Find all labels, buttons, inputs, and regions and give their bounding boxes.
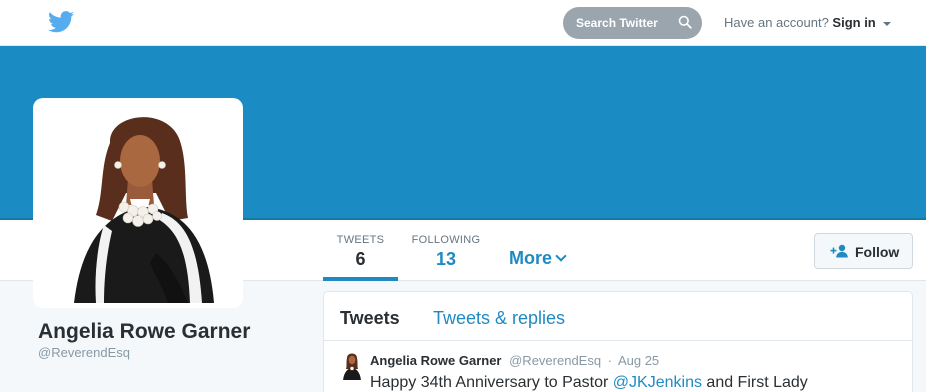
profile-handle: @ReverendEsq — [38, 345, 130, 360]
caret-down-icon[interactable] — [883, 21, 892, 26]
tab-tweets[interactable]: Tweets — [340, 308, 400, 329]
tweets-count: 6 — [355, 249, 366, 269]
profile-avatar-frame — [33, 98, 243, 308]
tweet-timestamp[interactable]: Aug 25 — [618, 353, 659, 368]
search-placeholder: Search Twitter — [576, 16, 658, 30]
more-label: More — [509, 248, 553, 268]
timeline: Tweets Tweets & replies Angelia Rowe Gar… — [323, 291, 913, 392]
profile-name: Angelia Rowe Garner — [38, 320, 251, 343]
tab-tweets-and-replies[interactable]: Tweets & replies — [433, 308, 565, 329]
more-menu[interactable]: More — [509, 248, 567, 270]
tweet-text-end: and First Lady — [701, 374, 808, 391]
tweet-mention-link[interactable]: @JKJenkins — [613, 374, 702, 391]
account-question: Have an account? — [724, 15, 829, 30]
avatar-photo — [38, 103, 238, 303]
following-count: 13 — [435, 249, 457, 269]
timeline-tabs: Tweets Tweets & replies — [324, 292, 912, 341]
sign-in-link[interactable]: Sign in — [832, 15, 875, 30]
profile-avatar[interactable] — [38, 103, 238, 303]
tweet-text: Happy 34th Anniversary to Pastor @JKJenk… — [370, 374, 808, 392]
tweet-author-handle[interactable]: @ReverendEsq — [509, 353, 601, 368]
tweets-label: TWEETS — [336, 234, 385, 246]
account-prompt: Have an account? Sign in — [724, 15, 892, 30]
following-label: FOLLOWING — [411, 234, 481, 246]
tweet-avatar-photo — [341, 352, 363, 380]
tweet-avatar[interactable] — [341, 352, 363, 380]
add-user-icon — [830, 244, 848, 258]
search-icon[interactable] — [678, 15, 692, 29]
chevron-down-icon — [555, 250, 567, 262]
search-field[interactable]: Search Twitter — [563, 7, 702, 39]
tweet-author-name[interactable]: Angelia Rowe Garner — [370, 353, 501, 368]
tweet-text-start: Happy 34th Anniversary to Pastor — [370, 374, 613, 391]
tab-tweets-count[interactable]: TWEETS 6 — [323, 220, 398, 281]
tweet-separator: · — [607, 353, 613, 368]
tab-following-count[interactable]: FOLLOWING 13 — [405, 220, 487, 281]
top-bar: Search Twitter Have an account? Sign in — [0, 0, 926, 46]
tweet-header: Angelia Rowe Garner @ReverendEsq · Aug 2… — [370, 353, 659, 368]
follow-button[interactable]: Follow — [814, 233, 913, 269]
follow-label: Follow — [855, 244, 900, 260]
twitter-bird-icon[interactable] — [48, 11, 74, 33]
